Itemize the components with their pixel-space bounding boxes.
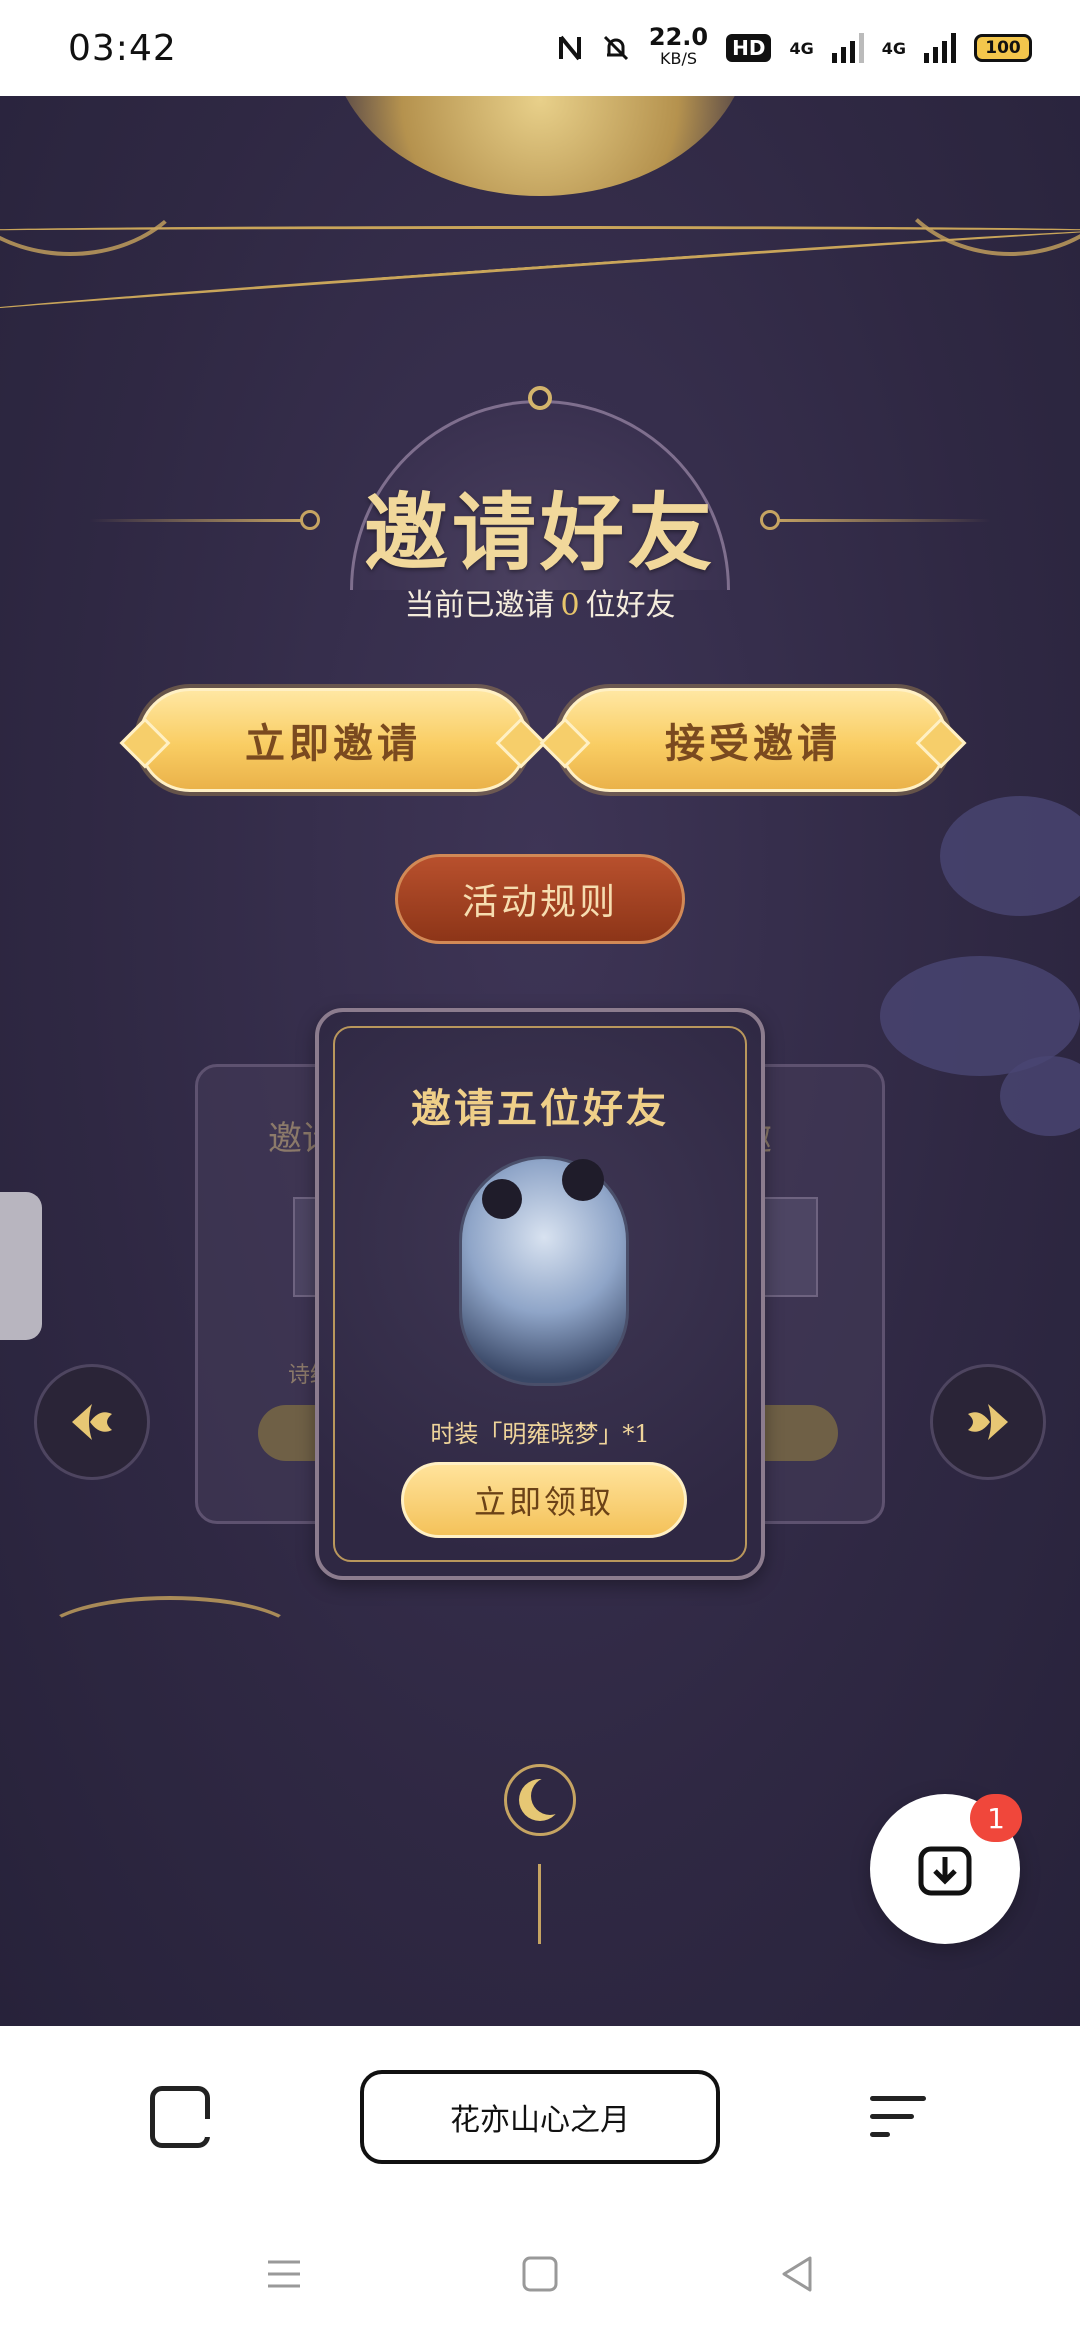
bell-muted-icon: [603, 35, 628, 61]
decorative-tree: [940, 796, 1080, 916]
gold-ribbon: [0, 226, 1080, 236]
invited-count-text: 当前已邀请 0 位好友: [0, 580, 1080, 624]
previous-card-button[interactable]: [34, 1364, 150, 1480]
decorative-moon: [330, 96, 750, 196]
invited-count: 0: [560, 588, 580, 623]
next-card-button[interactable]: [930, 1364, 1046, 1480]
back-icon[interactable]: [776, 2252, 820, 2296]
side-drawer-handle[interactable]: [0, 1192, 42, 1340]
notification-badge: 1: [970, 1794, 1022, 1842]
claim-button[interactable]: 立即领取: [401, 1462, 687, 1538]
signal-icon-2: [924, 33, 956, 63]
battery-icon: 100: [974, 34, 1032, 62]
title-ornament: [528, 386, 552, 410]
menu-button[interactable]: [870, 2090, 928, 2146]
invited-prefix: 当前已邀请: [404, 588, 555, 623]
invited-suffix: 位好友: [585, 588, 676, 623]
download-icon: [918, 1846, 972, 1896]
signal-label-2: 4G: [881, 38, 906, 58]
system-nav-bar: [0, 2206, 1080, 2340]
costume-image: [459, 1156, 629, 1386]
card-title: 邀请五位好友: [411, 1085, 669, 1132]
home-icon[interactable]: [518, 2252, 562, 2296]
status-icons: 22.0 KB/S HD 4G 4G 100: [557, 23, 1032, 70]
net-speed-value: 22.0: [648, 23, 709, 51]
accept-invite-label: 接受邀请: [665, 720, 841, 767]
address-bar[interactable]: 花亦山心之月: [360, 2070, 720, 2164]
moon-ornament-line: [538, 1864, 541, 1944]
signal-icon: [831, 33, 864, 63]
claim-label: 立即领取: [473, 1483, 614, 1521]
accept-invite-button[interactable]: 接受邀请: [558, 688, 948, 792]
hd-icon: HD: [726, 34, 772, 62]
net-speed-unit: KB/S: [660, 49, 698, 68]
recent-apps-icon[interactable]: [262, 2252, 306, 2296]
invite-now-button[interactable]: 立即邀请: [138, 688, 528, 792]
signal-label-1: 4G: [789, 38, 814, 58]
status-bar: 03:42 22.0 KB/S HD 4G 4G 100: [0, 0, 1080, 96]
arrow-left-icon: [72, 1404, 112, 1440]
status-time: 03:42: [68, 27, 177, 69]
gold-swirl: [40, 1596, 300, 1676]
reward-text: 时装「明雍晓梦」*1: [430, 1420, 650, 1448]
net-speed: 22.0 KB/S: [648, 23, 709, 70]
rules-button[interactable]: 活动规则: [395, 854, 685, 944]
gold-ribbon: [0, 225, 1080, 317]
reward-card-active: 邀请五位好友 时装「明雍晓梦」*1 立即领取: [315, 1008, 765, 1580]
character-female: [482, 1179, 522, 1219]
event-page: 邀请好友 当前已邀请0位好友 立即邀请 接受邀请 活动规则 邀请 诗结 邀 邀请…: [0, 96, 1080, 2026]
moon-ornament: [504, 1764, 576, 1836]
character-male: [562, 1159, 604, 1201]
nfc-icon: [558, 35, 581, 61]
tabs-button[interactable]: [150, 2086, 210, 2148]
rules-label: 活动规则: [461, 882, 618, 923]
page-title: 邀请好友: [363, 483, 716, 582]
arrow-right-icon: [968, 1404, 1008, 1440]
browser-toolbar: 花亦山心之月: [0, 2026, 1080, 2206]
invite-now-label: 立即邀请: [245, 720, 421, 767]
